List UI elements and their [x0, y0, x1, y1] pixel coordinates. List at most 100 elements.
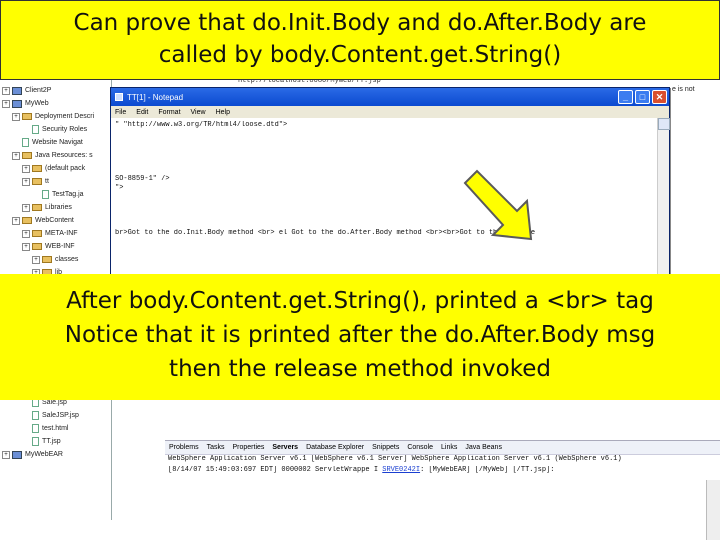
expand-toggle-icon[interactable]: + [22, 242, 30, 251]
tree-item[interactable]: + (default pack [0, 162, 111, 175]
console-scrollbar[interactable] [706, 480, 720, 540]
console-line-2-suffix: : [MyWebEAR] [/MyWeb] [/TT.jsp]: [420, 466, 555, 474]
proj-icon [12, 99, 22, 108]
console-line-1: WebSphere Application Server v6.1 [WebSp… [168, 455, 622, 463]
notepad-line [115, 193, 665, 202]
tree-item[interactable]: + Client2P [0, 84, 111, 97]
tree-item[interactable]: + MyWeb [0, 97, 111, 110]
file-icon [32, 125, 39, 134]
expand-toggle-icon[interactable]: + [12, 151, 20, 160]
expand-toggle-icon[interactable]: + [12, 112, 20, 121]
notepad-scrollbar[interactable] [657, 118, 670, 276]
tree-item[interactable]: SaleJSP.jsp [0, 409, 111, 422]
notepad-line: "> [115, 184, 124, 192]
console-tabs: Problems Tasks Properties Servers Database E… [165, 441, 720, 455]
folder-icon [32, 243, 42, 250]
callout-arrow-shape [463, 169, 533, 241]
scroll-up-icon[interactable] [658, 118, 670, 130]
expand-toggle-icon[interactable]: + [12, 216, 20, 225]
tree-item[interactable]: + Deployment Descri [0, 110, 111, 123]
top-caption-banner: Can prove that do.Init.Body and do.After… [0, 0, 720, 80]
expand-toggle-icon[interactable]: + [2, 99, 10, 108]
notepad-line [115, 148, 665, 157]
folder-icon [32, 178, 42, 185]
tab-links[interactable]: Links [441, 444, 457, 451]
menu-item-help[interactable]: Help [216, 109, 230, 116]
tree-item-label: test.html [42, 425, 69, 432]
tree-item[interactable]: + META-INF [0, 227, 111, 240]
notepad-text-area[interactable]: " "http://www.w3.org/TR/html4/loose.dtd"… [111, 118, 670, 276]
tree-item[interactable]: TT.jsp [0, 435, 111, 448]
tree-item-label: classes [55, 256, 79, 263]
expand-toggle-icon[interactable]: + [22, 229, 30, 238]
expand-toggle-icon[interactable] [22, 125, 30, 134]
notepad-line: br>Got to the do.Init.Body method <br> e… [115, 229, 536, 237]
tree-item-label: Website Navigat [32, 139, 83, 146]
file-icon [32, 424, 39, 433]
folder-icon [32, 204, 42, 211]
expand-toggle-icon[interactable]: + [22, 164, 30, 173]
expand-toggle-icon[interactable]: + [22, 203, 30, 212]
close-icon[interactable]: ✕ [652, 90, 667, 104]
tab-problems[interactable]: Problems [169, 444, 199, 451]
expand-toggle-icon[interactable]: + [2, 86, 10, 95]
tree-item[interactable]: + classes [0, 253, 111, 266]
tree-item[interactable]: Website Navigat [0, 136, 111, 149]
tree-item-label: MyWebEAR [25, 451, 63, 458]
middle-caption-line-1: After body.Content.get.String(), printed… [66, 288, 654, 314]
tab-snippets[interactable]: Snippets [372, 444, 399, 451]
expand-toggle-icon[interactable] [12, 138, 20, 147]
tree-item[interactable]: Security Roles [0, 123, 111, 136]
notepad-line: " "http://www.w3.org/TR/html4/loose.dtd"… [115, 121, 288, 129]
ide-workspace: http://localhost:8080/MyWeb/TT.jsp + Clie… [0, 0, 720, 540]
tree-item[interactable]: test.html [0, 422, 111, 435]
console-message-link[interactable]: SRVE0242I [382, 466, 420, 474]
minimize-icon[interactable]: _ [618, 90, 633, 104]
expand-toggle-icon[interactable] [22, 437, 30, 446]
notepad-line [115, 202, 665, 211]
expand-toggle-icon[interactable] [32, 190, 40, 199]
expand-toggle-icon[interactable]: + [2, 450, 10, 459]
tab-servers[interactable]: Servers [272, 444, 298, 451]
notepad-menubar: File Edit Format View Help [111, 106, 669, 118]
menu-item-file[interactable]: File [115, 109, 126, 116]
file-icon [42, 190, 49, 199]
tree-item[interactable]: + MyWebEAR [0, 448, 111, 461]
tree-item[interactable]: + WEB-INF [0, 240, 111, 253]
expand-toggle-icon[interactable]: + [22, 177, 30, 186]
tree-item[interactable]: + Libraries [0, 201, 111, 214]
tree-item-label: MyWeb [25, 100, 49, 107]
expand-toggle-icon[interactable] [22, 424, 30, 433]
notepad-titlebar[interactable]: TT[1] - Notepad _ □ ✕ [111, 88, 669, 106]
expand-toggle-icon[interactable]: + [32, 255, 40, 264]
file-icon [32, 411, 39, 420]
tree-item[interactable]: + tt [0, 175, 111, 188]
menu-item-view[interactable]: View [191, 109, 206, 116]
notepad-icon [115, 93, 123, 101]
tab-tasks[interactable]: Tasks [207, 444, 225, 451]
console-panel: Problems Tasks Properties Servers Database E… [165, 440, 720, 540]
tab-java-beans[interactable]: Java Beans [465, 444, 502, 451]
menu-item-format[interactable]: Format [158, 109, 180, 116]
tree-item[interactable]: + WebContent [0, 214, 111, 227]
tree-item[interactable]: TestTag.ja [0, 188, 111, 201]
menu-item-edit[interactable]: Edit [136, 109, 148, 116]
tree-item-label: Sale.jsp [42, 399, 67, 406]
tree-item-label: SaleJSP.jsp [42, 412, 79, 419]
notepad-line [115, 220, 665, 229]
proj-icon [12, 450, 22, 459]
notepad-lines: " "http://www.w3.org/TR/html4/loose.dtd"… [115, 121, 665, 238]
top-caption-line-2: called by body.Content.get.String() [158, 42, 562, 68]
tab-properties[interactable]: Properties [232, 444, 264, 451]
tree-item[interactable]: + Java Resources: s [0, 149, 111, 162]
tree-item-label: META-INF [45, 230, 78, 237]
maximize-icon[interactable]: □ [635, 90, 650, 104]
tree-item-label: tt [45, 178, 49, 185]
notepad-window: TT[1] - Notepad _ □ ✕ File Edit Format View… [110, 87, 670, 277]
tab-console[interactable]: Console [407, 444, 433, 451]
tree-item-label: Security Roles [42, 126, 88, 133]
tree-item-label: WEB-INF [45, 243, 75, 250]
expand-toggle-icon[interactable] [22, 411, 30, 420]
folder-icon [42, 256, 52, 263]
tab-database-explorer[interactable]: Database Explorer [306, 444, 364, 451]
